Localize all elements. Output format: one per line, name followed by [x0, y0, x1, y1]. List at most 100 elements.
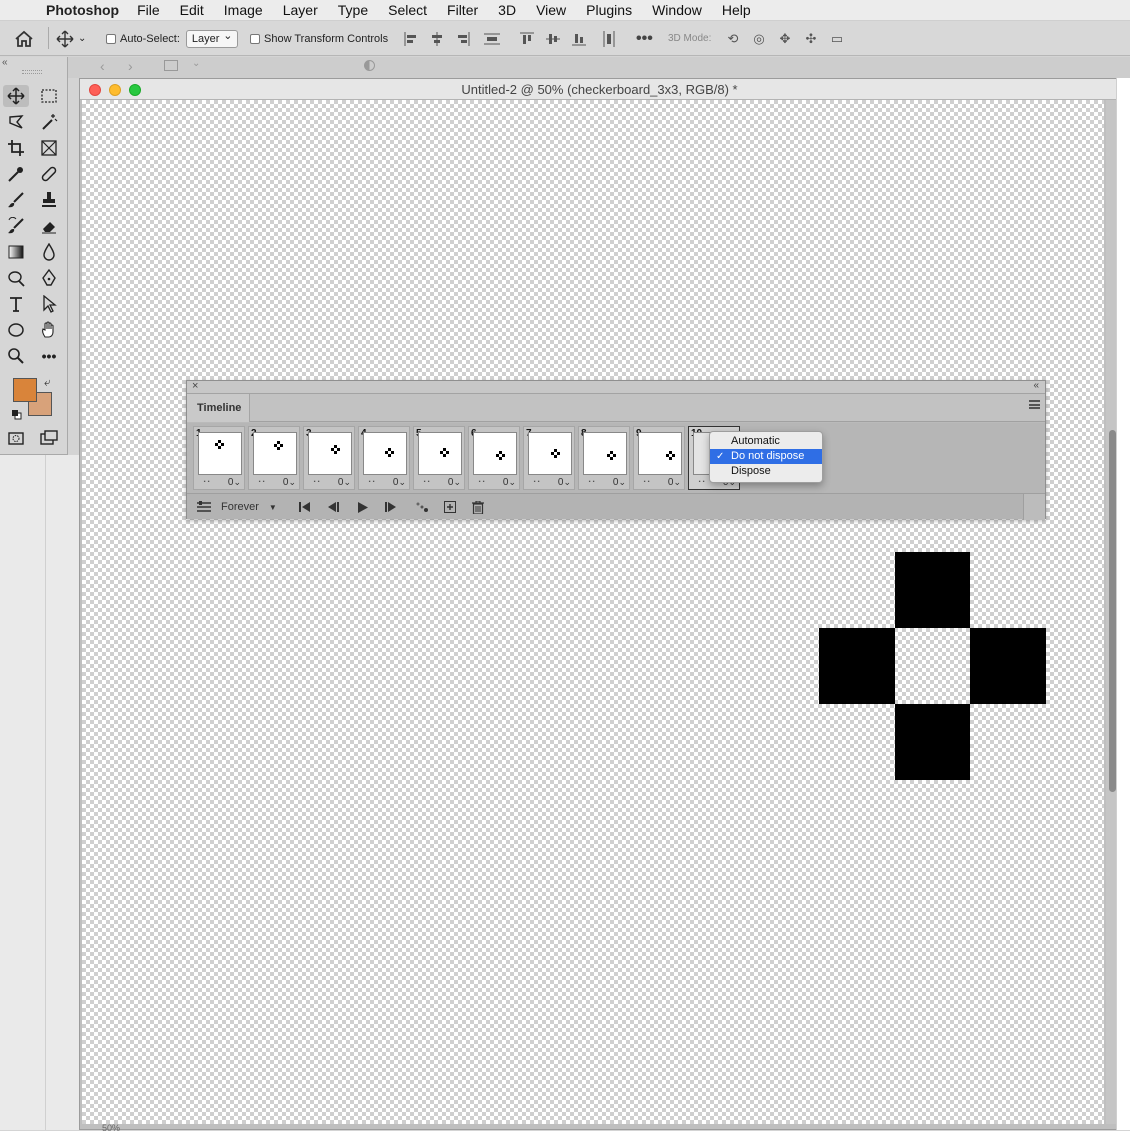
menu-type[interactable]: Type [338, 2, 368, 18]
frame-9[interactable]: 9⠐⠂0⌄ [633, 426, 685, 490]
default-colors-icon[interactable] [12, 409, 22, 420]
auto-select-checkbox[interactable] [106, 33, 116, 44]
3d-scale-icon[interactable]: ▭ [829, 21, 845, 56]
forward-arrow-icon[interactable]: › [128, 58, 133, 74]
align-bottom-icon[interactable] [572, 21, 586, 56]
resize-corner[interactable] [1023, 494, 1045, 520]
3d-orbit-icon[interactable]: ⟲ [725, 21, 741, 56]
disposal-icon[interactable]: ⠐⠂ [640, 477, 653, 488]
show-transform-checkbox[interactable] [250, 33, 260, 44]
more-options-icon[interactable]: ••• [636, 21, 653, 56]
collapse-panel-icon[interactable]: « [2, 57, 8, 68]
menu-layer[interactable]: Layer [283, 2, 318, 18]
frame-delay[interactable]: 0⌄ [613, 477, 626, 488]
frame-1[interactable]: 1⠐⠂0⌄ [193, 426, 245, 490]
swap-colors-icon[interactable]: ⤶ [44, 375, 51, 390]
frame-4[interactable]: 4⠐⠂0⌄ [358, 426, 410, 490]
menu-help[interactable]: Help [722, 2, 751, 18]
menu-image[interactable]: Image [224, 2, 263, 18]
menu-plugins[interactable]: Plugins [586, 2, 632, 18]
disposal-icon[interactable]: ⠐⠂ [255, 477, 268, 488]
tween-icon[interactable] [413, 498, 431, 516]
align-right-icon[interactable] [456, 21, 470, 56]
align-left-icon[interactable] [404, 21, 418, 56]
distribute-icon[interactable] [484, 21, 500, 56]
home-icon[interactable] [14, 21, 34, 56]
dodge-tool-icon[interactable] [3, 267, 29, 289]
timeline-panel-header[interactable]: × « [187, 380, 1045, 394]
back-arrow-icon[interactable]: ‹ [100, 58, 105, 74]
3d-roll-icon[interactable]: ◎ [751, 21, 767, 56]
layout-icon[interactable] [164, 60, 178, 71]
menu-filter[interactable]: Filter [447, 2, 478, 18]
scrollbar-thumb[interactable] [1109, 430, 1116, 792]
quick-mask-icon[interactable] [3, 427, 29, 449]
disposal-icon[interactable]: ⠐⠂ [530, 477, 543, 488]
crop-tool-icon[interactable] [3, 137, 29, 159]
convert-to-video-timeline-icon[interactable] [195, 498, 213, 516]
auto-select-dropdown[interactable]: Layer [185, 28, 239, 48]
frame-7[interactable]: 7⠐⠂0⌄ [523, 426, 575, 490]
pen-tool-icon[interactable] [36, 267, 62, 289]
disposal-icon[interactable]: ⠐⠂ [475, 477, 488, 488]
frame-delay[interactable]: 0⌄ [338, 477, 351, 488]
move-tool-icon[interactable] [3, 85, 29, 107]
app-menu[interactable]: Photoshop [46, 2, 119, 18]
frame-delay[interactable]: 0⌄ [668, 477, 681, 488]
menu-window[interactable]: Window [652, 2, 702, 18]
frame-tool-icon[interactable] [36, 137, 62, 159]
eraser-tool-icon[interactable] [36, 215, 62, 237]
close-window-icon[interactable] [89, 84, 101, 96]
timeline-tab[interactable]: Timeline [187, 394, 250, 422]
frame-6[interactable]: 6⠐⠂0⌄ [468, 426, 520, 490]
disposal-icon[interactable]: ⠐⠂ [585, 477, 598, 488]
panel-menu-icon[interactable] [1029, 400, 1040, 409]
disposal-icon[interactable]: ⠐⠂ [695, 477, 708, 488]
menu-item-do-not-dispose[interactable]: ✓ Do not dispose [710, 449, 822, 464]
lasso-tool-icon[interactable] [3, 111, 29, 133]
zoom-tool-icon[interactable] [3, 345, 29, 367]
eyedropper-tool-icon[interactable] [3, 163, 29, 185]
document-title-bar[interactable]: Untitled-2 @ 50% (checkerboard_3x3, RGB/… [80, 79, 1119, 100]
duplicate-frame-icon[interactable] [442, 498, 458, 516]
distribute-vertical-icon[interactable] [602, 21, 616, 56]
panel-grip[interactable] [22, 70, 42, 74]
menu-view[interactable]: View [536, 2, 566, 18]
magic-wand-tool-icon[interactable] [36, 111, 62, 133]
frame-5[interactable]: 5⠐⠂0⌄ [413, 426, 465, 490]
gradient-tool-icon[interactable] [3, 241, 29, 263]
trash-icon[interactable] [470, 498, 486, 516]
collapse-panel-icon[interactable]: « [1033, 380, 1039, 391]
frame-3[interactable]: 3⠐⠂0⌄ [303, 426, 355, 490]
canvas[interactable] [82, 100, 1104, 1124]
play-icon[interactable] [355, 498, 371, 516]
frame-delay[interactable]: 0⌄ [558, 477, 571, 488]
previous-frame-icon[interactable] [325, 498, 341, 516]
frame-delay[interactable]: 0⌄ [393, 477, 406, 488]
type-tool-icon[interactable] [3, 293, 29, 315]
disposal-icon[interactable]: ⠐⠂ [365, 477, 378, 488]
align-middle-icon[interactable] [546, 21, 560, 56]
menu-3d[interactable]: 3D [498, 2, 516, 18]
history-brush-tool-icon[interactable] [3, 215, 29, 237]
move-tool-preset-icon[interactable]: ⌄ [56, 21, 86, 56]
blur-tool-icon[interactable] [36, 241, 62, 263]
disposal-icon[interactable]: ⠐⠂ [310, 477, 323, 488]
next-frame-icon[interactable] [383, 498, 399, 516]
menu-item-automatic[interactable]: Automatic [710, 434, 822, 449]
frame-delay[interactable]: 0⌄ [448, 477, 461, 488]
minimize-window-icon[interactable] [109, 84, 121, 96]
disposal-icon[interactable]: ⠐⠂ [420, 477, 433, 488]
chevron-down-icon[interactable]: ⌄ [192, 58, 200, 69]
first-frame-icon[interactable] [297, 498, 313, 516]
frame-2[interactable]: 2⠐⠂0⌄ [248, 426, 300, 490]
menu-edit[interactable]: Edit [180, 2, 204, 18]
frame-delay[interactable]: 0⌄ [283, 477, 296, 488]
path-selection-tool-icon[interactable] [36, 293, 62, 315]
clone-stamp-tool-icon[interactable] [36, 189, 62, 211]
loop-options-dropdown[interactable]: Forever ▼ [221, 498, 287, 516]
screen-mode-icon[interactable] [36, 427, 62, 449]
frame-delay[interactable]: 0⌄ [228, 477, 241, 488]
menu-item-dispose[interactable]: Dispose [710, 464, 822, 479]
close-panel-icon[interactable]: × [192, 380, 198, 392]
